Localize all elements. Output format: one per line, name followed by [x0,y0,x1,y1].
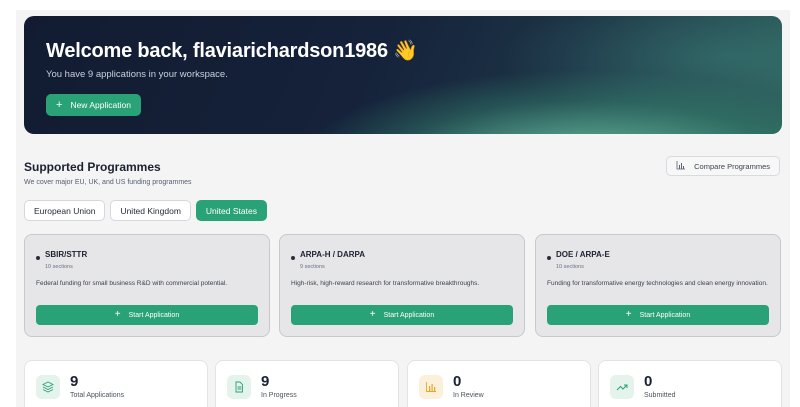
new-application-label: New Application [70,100,131,110]
welcome-title: Welcome back, flaviarichardson1986 👋 [46,38,418,63]
bullet-icon [291,256,295,260]
stat-in-progress[interactable]: 9 In Progress [215,360,399,407]
tab-united-kingdom[interactable]: United Kingdom [110,200,191,221]
bar-chart-icon [676,160,686,172]
plus-icon: + [56,98,63,111]
programme-card-doe: DOE / ARPA-E 10 sections Funding for tra… [535,234,781,337]
welcome-title-text: Welcome back, flaviarichardson1986 [46,40,388,62]
programme-description: Federal funding for small business R&D w… [36,280,228,287]
layers-icon [36,375,60,399]
programme-card-sbir: SBIR/STTR 10 sections Federal funding fo… [24,234,270,337]
programme-name: DOE / ARPA-E [556,250,610,259]
start-application-button[interactable]: + Start Application [291,305,513,325]
bar-chart-icon [419,375,443,399]
programme-description: High-risk, high-reward research for tran… [291,280,480,287]
bullet-icon [547,256,551,260]
stat-value: 9 [261,373,270,390]
programme-sections: 9 sections [300,264,325,270]
programme-name: ARPA-H / DARPA [300,250,366,259]
start-application-label: Start Application [383,311,435,319]
stat-label: Submitted [644,392,676,399]
start-application-button[interactable]: + Start Application [547,305,769,325]
start-application-label: Start Application [639,311,691,319]
programme-sections: 10 sections [45,264,73,270]
plus-icon: + [114,309,121,320]
bullet-icon [36,256,40,260]
region-tabs: European Union United Kingdom United Sta… [24,200,267,221]
programme-sections: 10 sections [556,264,584,270]
dashboard-canvas: Welcome back, flaviarichardson1986 👋 You… [16,10,790,407]
stat-in-review[interactable]: 0 In Review [407,360,591,407]
stat-label: Total Applications [70,392,125,399]
tab-european-union[interactable]: European Union [24,200,106,221]
stat-label: In Review [453,392,484,399]
stat-submitted[interactable]: 0 Submitted [598,360,782,407]
document-icon [227,375,251,399]
plus-icon: + [625,309,632,320]
stat-value: 0 [453,373,462,390]
trending-up-icon [610,375,634,399]
plus-icon: + [369,309,376,320]
stat-value: 0 [644,373,653,390]
compare-programmes-label: Compare Programmes [694,161,770,171]
programme-name: SBIR/STTR [45,250,88,259]
programme-card-arpa-h: ARPA-H / DARPA 9 sections High-risk, hig… [279,234,525,337]
tab-united-states[interactable]: United States [195,200,267,221]
welcome-subtitle: You have 9 applications in your workspac… [46,69,228,80]
stat-total-applications[interactable]: 9 Total Applications [24,360,208,407]
start-application-label: Start Application [128,311,180,319]
start-application-button[interactable]: + Start Application [36,305,258,325]
stat-label: In Progress [261,392,297,399]
welcome-hero: Welcome back, flaviarichardson1986 👋 You… [24,16,782,134]
wave-emoji-icon: 👋 [393,40,418,62]
programmes-title: Supported Programmes [24,160,161,174]
programmes-subtitle: We cover major EU, UK, and US funding pr… [24,179,192,186]
compare-programmes-button[interactable]: Compare Programmes [666,156,780,176]
programme-description: Funding for transformative energy techno… [547,280,768,287]
new-application-button[interactable]: + New Application [46,94,141,116]
stat-value: 9 [70,373,79,390]
